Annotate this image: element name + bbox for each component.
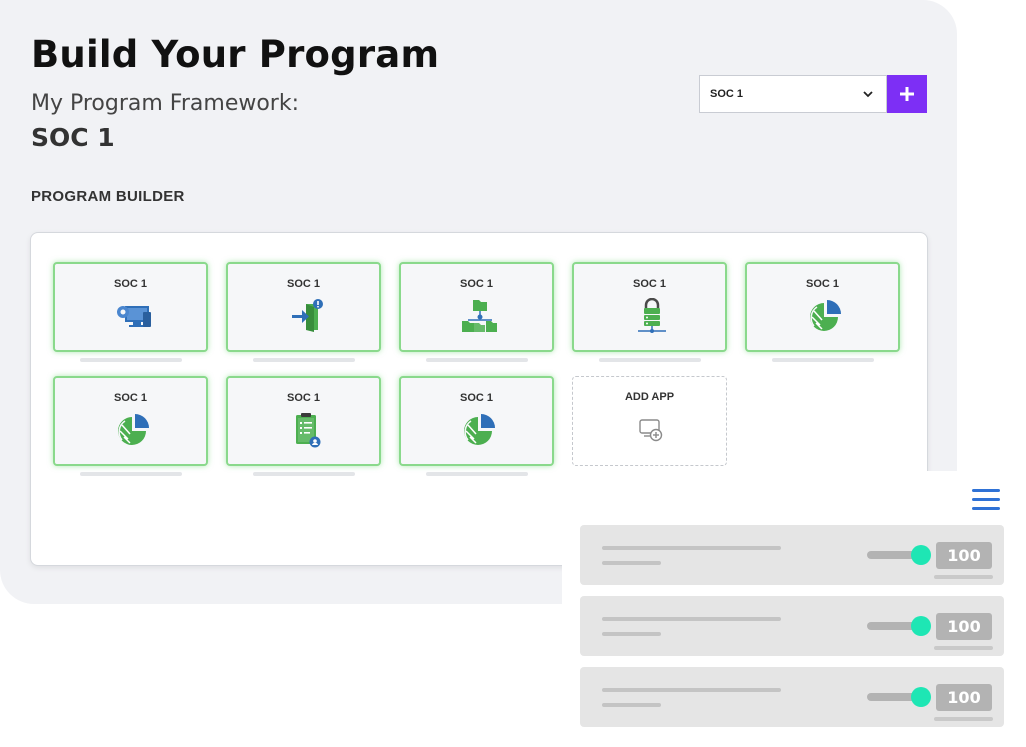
placeholder-line xyxy=(602,688,781,692)
add-app-label: ADD APP xyxy=(624,391,675,403)
setting-row: 100 xyxy=(580,525,1004,585)
pie-chart-icon xyxy=(464,414,495,445)
app-tile-label: SOC 1 xyxy=(286,278,320,290)
tile-shadow xyxy=(599,358,701,362)
placeholder-line xyxy=(602,632,661,636)
app-tile[interactable]: SOC 1 xyxy=(226,376,381,466)
add-app-tile[interactable]: ADD APP xyxy=(572,376,727,466)
slider-thumb[interactable] xyxy=(911,687,931,707)
tile-shadow xyxy=(80,358,182,362)
program-builder-heading: PROGRAM BUILDER xyxy=(31,188,185,205)
slider-thumb[interactable] xyxy=(911,545,931,565)
placeholder-line xyxy=(934,646,993,650)
chevron-down-icon xyxy=(863,91,873,98)
app-tile[interactable]: SOC 1 xyxy=(53,262,208,352)
placeholder-line xyxy=(602,617,781,621)
device-settings-icon xyxy=(117,306,151,327)
placeholder-line xyxy=(934,717,993,721)
door-entry-alert-icon xyxy=(292,299,323,332)
folder-network-icon xyxy=(462,300,497,332)
setting-row: 100 xyxy=(580,667,1004,727)
tile-shadow xyxy=(253,358,355,362)
tile-shadow xyxy=(426,472,528,476)
placeholder-line xyxy=(602,561,661,565)
clipboard-checklist-icon xyxy=(296,413,321,448)
app-tile[interactable]: SOC 1 xyxy=(745,262,900,352)
app-tile-label: SOC 1 xyxy=(113,392,147,404)
app-tile[interactable]: SOC 1 xyxy=(399,376,554,466)
app-tile[interactable]: SOC 1 xyxy=(572,262,727,352)
value-box[interactable]: 100 xyxy=(936,542,992,569)
app-tile[interactable]: SOC 1 xyxy=(53,376,208,466)
app-tile-label: SOC 1 xyxy=(805,278,839,290)
app-tile-label: SOC 1 xyxy=(286,392,320,404)
framework-value: SOC 1 xyxy=(31,123,115,152)
tile-shadow xyxy=(426,358,528,362)
server-lock-icon xyxy=(638,298,666,333)
hamburger-menu-icon[interactable] xyxy=(972,489,1002,513)
value-box[interactable]: 100 xyxy=(936,613,992,640)
tile-shadow xyxy=(772,358,874,362)
setting-row: 100 xyxy=(580,596,1004,656)
pie-chart-icon xyxy=(810,300,841,331)
framework-select[interactable]: SOC 1 xyxy=(699,75,887,113)
placeholder-line xyxy=(934,575,993,579)
tile-shadow xyxy=(253,472,355,476)
add-app-icon xyxy=(639,419,663,442)
app-tile-label: SOC 1 xyxy=(459,278,493,290)
placeholder-line xyxy=(602,546,781,550)
add-framework-button[interactable] xyxy=(887,75,927,113)
placeholder-line xyxy=(602,703,661,707)
tile-shadow xyxy=(80,472,182,476)
plus-icon xyxy=(900,87,914,101)
app-tile-label: SOC 1 xyxy=(113,278,147,290)
slider-thumb[interactable] xyxy=(911,616,931,636)
page-title: Build Your Program xyxy=(31,33,440,76)
app-tile-label: SOC 1 xyxy=(632,278,666,290)
app-tile[interactable]: SOC 1 xyxy=(399,262,554,352)
app-tile[interactable]: SOC 1 xyxy=(226,262,381,352)
framework-select-value: SOC 1 xyxy=(710,88,744,100)
pie-chart-icon xyxy=(118,414,149,445)
app-tile-label: SOC 1 xyxy=(459,392,493,404)
framework-label: My Program Framework: xyxy=(31,91,300,116)
value-box[interactable]: 100 xyxy=(936,684,992,711)
